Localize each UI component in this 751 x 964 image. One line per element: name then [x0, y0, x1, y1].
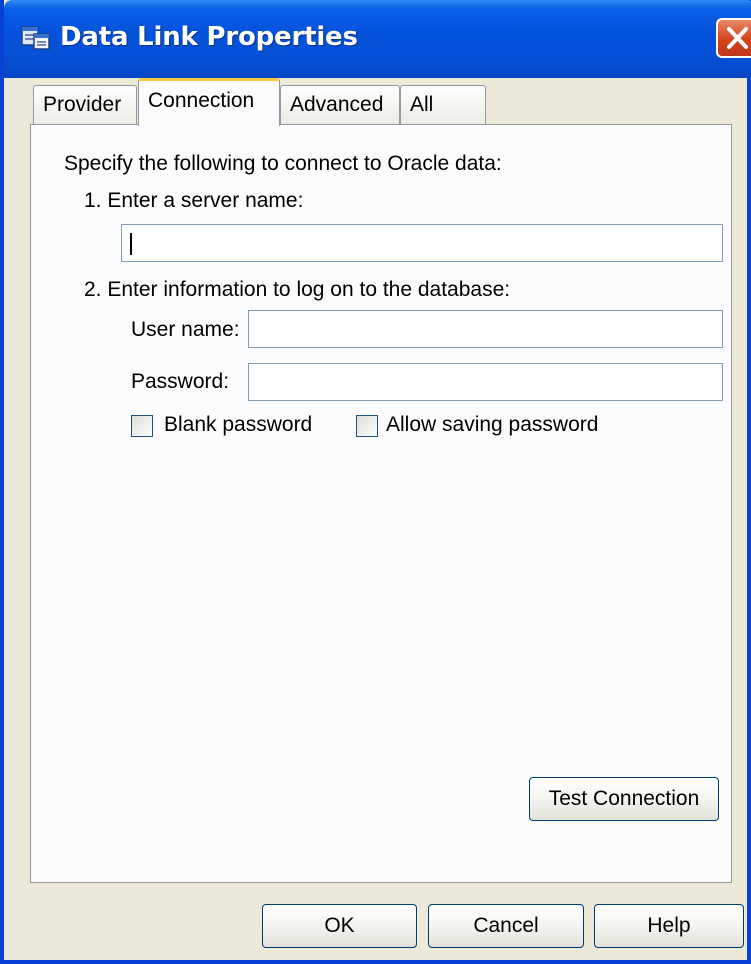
test-connection-button[interactable]: Test Connection	[529, 777, 719, 821]
tab-provider[interactable]: Provider	[33, 85, 137, 125]
close-icon	[727, 27, 748, 49]
ok-button[interactable]: OK	[262, 904, 417, 948]
username-label: User name:	[131, 318, 240, 341]
connection-panel: Specify the following to connect to Orac…	[30, 124, 732, 883]
intro-text: Specify the following to connect to Orac…	[64, 152, 502, 175]
tab-connection[interactable]: Connection	[138, 78, 280, 126]
help-button[interactable]: Help	[594, 904, 744, 948]
blank-password-label[interactable]: Blank password	[164, 413, 312, 437]
allow-saving-password-checkbox[interactable]	[356, 415, 378, 437]
cancel-button[interactable]: Cancel	[428, 904, 584, 948]
step1-label: 1. Enter a server name:	[84, 189, 304, 212]
tab-connection-label: Connection	[148, 89, 255, 112]
window-title: Data Link Properties	[60, 22, 358, 52]
help-label: Help	[647, 914, 691, 937]
text-caret	[130, 233, 132, 255]
tab-advanced-label: Advanced	[290, 93, 384, 116]
allow-saving-password-label[interactable]: Allow saving password	[386, 413, 598, 437]
data-link-properties-dialog: Data Link Properties Provider Connection…	[0, 0, 751, 964]
close-button[interactable]	[716, 18, 751, 58]
tab-all-label: All	[410, 93, 434, 116]
tab-advanced[interactable]: Advanced	[280, 85, 400, 125]
tab-provider-label: Provider	[43, 93, 122, 116]
cancel-label: Cancel	[473, 914, 539, 937]
blank-password-checkbox[interactable]	[131, 415, 153, 437]
title-bar[interactable]: Data Link Properties	[4, 0, 751, 78]
ok-label: OK	[324, 914, 355, 937]
password-label: Password:	[131, 370, 230, 393]
password-input[interactable]	[248, 363, 723, 401]
server-name-input[interactable]	[121, 224, 723, 262]
step2-label: 2. Enter information to log on to the da…	[84, 278, 511, 301]
tab-all[interactable]: All	[400, 85, 486, 125]
data-link-icon	[21, 26, 50, 50]
test-connection-label: Test Connection	[548, 787, 700, 810]
username-input[interactable]	[248, 310, 723, 348]
